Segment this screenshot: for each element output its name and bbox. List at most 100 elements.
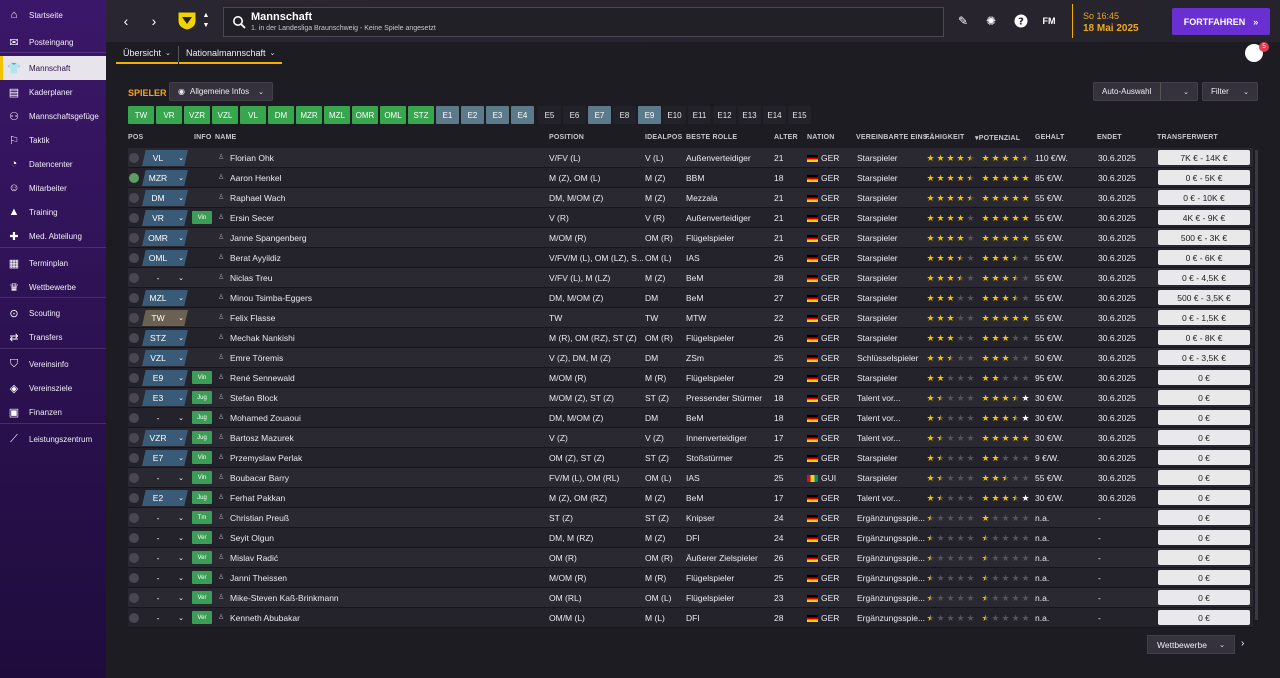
player-name[interactable]: Przemyslaw Perlak xyxy=(230,448,545,468)
selection-check[interactable] xyxy=(129,333,139,343)
view-dropdown[interactable]: ◉ Allgemeine Infos ⌄ xyxy=(169,82,273,101)
transfer-value[interactable]: 0 € - 1,5K € xyxy=(1158,310,1250,325)
transfer-value[interactable]: 500 € - 3K € xyxy=(1158,230,1250,245)
table-row[interactable]: - ⌄ Ver ♙ Mike-Steven Kaß-Brinkmann OM (RL) OM… xyxy=(128,588,1253,608)
filter-chip-tw[interactable]: TW xyxy=(128,106,154,124)
sidebar-item-vereinsinfo[interactable]: ⛉ Vereinsinfo xyxy=(0,352,106,376)
selection-check[interactable] xyxy=(129,533,139,543)
filter-chip-mzr[interactable]: MZR xyxy=(296,106,322,124)
col-potential[interactable]: ▾POTENZIAL xyxy=(975,134,1020,142)
filter-chip-e14[interactable]: E14 xyxy=(763,106,786,124)
transfer-value[interactable]: 0 € - 4,5K € xyxy=(1158,270,1250,285)
table-row[interactable]: OMR ⌄ ♙ Janne Spangenberg M/OM (R) OM (R) Flüg… xyxy=(128,228,1253,248)
filter-chip-vl[interactable]: VL xyxy=(240,106,266,124)
player-name[interactable]: Bartosz Mazurek xyxy=(230,428,545,448)
sidebar-item-startseite[interactable]: ⌂ Startseite xyxy=(0,3,106,27)
player-name[interactable]: Janni Theissen xyxy=(230,568,545,588)
table-row[interactable]: STZ ⌄ ♙ Mechak Nankishi M (R), OM (RZ), ST (… xyxy=(128,328,1253,348)
table-row[interactable]: DM ⌄ ♙ Raphael Wach DM, M/OM (Z) M (Z) Mezzala… xyxy=(128,188,1253,208)
transfer-value[interactable]: 0 € - 5K € xyxy=(1158,170,1250,185)
selection-check[interactable] xyxy=(129,253,139,263)
col-pos[interactable]: POS xyxy=(128,134,143,141)
filter-chip-e2[interactable]: E2 xyxy=(461,106,484,124)
transfer-value[interactable]: 0 € xyxy=(1158,370,1250,385)
transfer-value[interactable]: 0 € xyxy=(1158,450,1250,465)
player-name[interactable]: Florian Ohk xyxy=(230,148,545,168)
transfer-value[interactable]: 0 € xyxy=(1158,510,1250,525)
col-position[interactable]: POSITION xyxy=(549,134,584,141)
sidebar-item-training[interactable]: ▲ Training xyxy=(0,200,106,224)
sidebar-item-mitarbeiter[interactable]: ☺ Mitarbeiter xyxy=(0,176,106,200)
selection-check[interactable] xyxy=(129,453,139,463)
table-row[interactable]: - ⌄ Ver ♙ Janni Theissen M/OM (R) M (R) Flügels… xyxy=(128,568,1253,588)
player-name[interactable]: Janne Spangenberg xyxy=(230,228,545,248)
filter-chip-e12[interactable]: E12 xyxy=(713,106,736,124)
sidebar-item-med-abteilung[interactable]: ✚ Med. Abteilung xyxy=(0,224,106,248)
player-name[interactable]: René Sennewald xyxy=(230,368,545,388)
player-name[interactable]: Mohamed Zouaoui xyxy=(230,408,545,428)
player-name[interactable]: Emre Töremis xyxy=(230,348,545,368)
player-name[interactable]: Christian Preuß xyxy=(230,508,545,528)
player-name[interactable]: Felix Flasse xyxy=(230,308,545,328)
table-row[interactable]: E2 ⌄ Jug ♙ Ferhat Pakkan M (Z), OM (RZ) M (Z) B… xyxy=(128,488,1253,508)
selection-check[interactable] xyxy=(129,513,139,523)
selection-check[interactable] xyxy=(129,213,139,223)
sidebar-item-kaderplaner[interactable]: ▤ Kaderplaner xyxy=(0,80,106,104)
selection-check[interactable] xyxy=(129,413,139,423)
table-row[interactable]: - ⌄ Ver ♙ Mislav Radić OM (R) OM (R) Äußerer Zi… xyxy=(128,548,1253,568)
col-status[interactable]: VEREINBARTE EINS... xyxy=(856,134,934,141)
player-name[interactable]: Mislav Radić xyxy=(230,548,545,568)
transfer-value[interactable]: 0 € xyxy=(1158,610,1250,625)
player-name[interactable]: Minou Tsimba-Eggers xyxy=(230,288,545,308)
selection-check[interactable] xyxy=(129,173,139,183)
table-row[interactable]: - ⌄ Ver ♙ Seyit Olgun DM, M (RZ) M (Z) DFI 24 GER… xyxy=(128,528,1253,548)
col-expires[interactable]: ENDET xyxy=(1097,134,1122,141)
transfer-value[interactable]: 0 € xyxy=(1158,530,1250,545)
player-name[interactable]: Niclas Treu xyxy=(230,268,545,288)
table-row[interactable]: VR ⌄ Vin ♙ Ersin Secer V (R) V (R) Außenverteid… xyxy=(128,208,1253,228)
edit-icon[interactable]: ✎ xyxy=(954,12,972,30)
transfer-value[interactable]: 0 € xyxy=(1158,430,1250,445)
transfer-value[interactable]: 0 € xyxy=(1158,410,1250,425)
competitions-dropdown[interactable]: Wettbewerbe ⌄ xyxy=(1147,635,1235,654)
sidebar-item-scouting[interactable]: ⊙ Scouting xyxy=(0,301,106,325)
sidebar-item-mannschaftsgefüge[interactable]: ⚇ Mannschaftsgefüge xyxy=(0,104,106,128)
transfer-value[interactable]: 0 € xyxy=(1158,550,1250,565)
help-icon[interactable]: ? xyxy=(1012,12,1030,30)
selection-check[interactable] xyxy=(129,273,139,283)
table-row[interactable]: MZR ⌄ ♙ Aaron Henkel M (Z), OM (L) M (Z) BBM 18… xyxy=(128,168,1253,188)
sidebar-item-leistungszentrum[interactable]: ⟋ Leistungszentrum xyxy=(0,427,106,451)
selection-check[interactable] xyxy=(129,593,139,603)
transfer-value[interactable]: 4K € - 9K € xyxy=(1158,210,1250,225)
player-name[interactable]: Mechak Nankishi xyxy=(230,328,545,348)
transfer-value[interactable]: 0 € xyxy=(1158,470,1250,485)
filter-chip-vr[interactable]: VR xyxy=(156,106,182,124)
filter-chip-e3[interactable]: E3 xyxy=(486,106,509,124)
table-row[interactable]: - ⌄ Jug ♙ Mohamed Zouaoui DM, M/OM (Z) DM BeM 18… xyxy=(128,408,1253,428)
filter-chip-vzr[interactable]: VZR xyxy=(184,106,210,124)
table-row[interactable]: - ⌄ ♙ Niclas Treu V/FV (L), M (LZ) M (Z) BeM 28… xyxy=(128,268,1253,288)
table-row[interactable]: VZL ⌄ ♙ Emre Töremis V (Z), DM, M (Z) DM ZSm 25… xyxy=(128,348,1253,368)
player-name[interactable]: Aaron Henkel xyxy=(230,168,545,188)
filter-chip-e1[interactable]: E1 xyxy=(436,106,459,124)
filter-chip-e9[interactable]: E9 xyxy=(638,106,661,124)
scrollbar[interactable] xyxy=(1255,150,1258,620)
filter-chip-e13[interactable]: E13 xyxy=(738,106,761,124)
transfer-value[interactable]: 0 € - 10K € xyxy=(1158,190,1250,205)
selection-check[interactable] xyxy=(129,293,139,303)
transfer-value[interactable]: 0 € - 6K € xyxy=(1158,250,1250,265)
filter-chip-oml[interactable]: OML xyxy=(380,106,406,124)
col-name[interactable]: NAME xyxy=(215,134,236,141)
sidebar-item-transfers[interactable]: ⇄ Transfers xyxy=(0,325,106,349)
table-row[interactable]: TW ⌄ ♙ Felix Flasse TW TW MTW 22 GER Starspieler ★… xyxy=(128,308,1253,328)
col-info[interactable]: INFO xyxy=(194,134,212,141)
selection-check[interactable] xyxy=(129,373,139,383)
filter-chip-e10[interactable]: E10 xyxy=(663,106,686,124)
table-row[interactable]: OML ⌄ ♙ Berat Ayyildiz V/FV/M (L), OM (LZ), … xyxy=(128,248,1253,268)
player-name[interactable]: Ersin Secer xyxy=(230,208,545,228)
selection-check[interactable] xyxy=(129,433,139,443)
transfer-value[interactable]: 0 € xyxy=(1158,590,1250,605)
selection-check[interactable] xyxy=(129,153,139,163)
table-row[interactable]: - ⌄ Ver ♙ Kenneth Abubakar OM/M (L) M (L) DFI 28… xyxy=(128,608,1253,628)
filter-chip-e8[interactable]: E8 xyxy=(613,106,636,124)
